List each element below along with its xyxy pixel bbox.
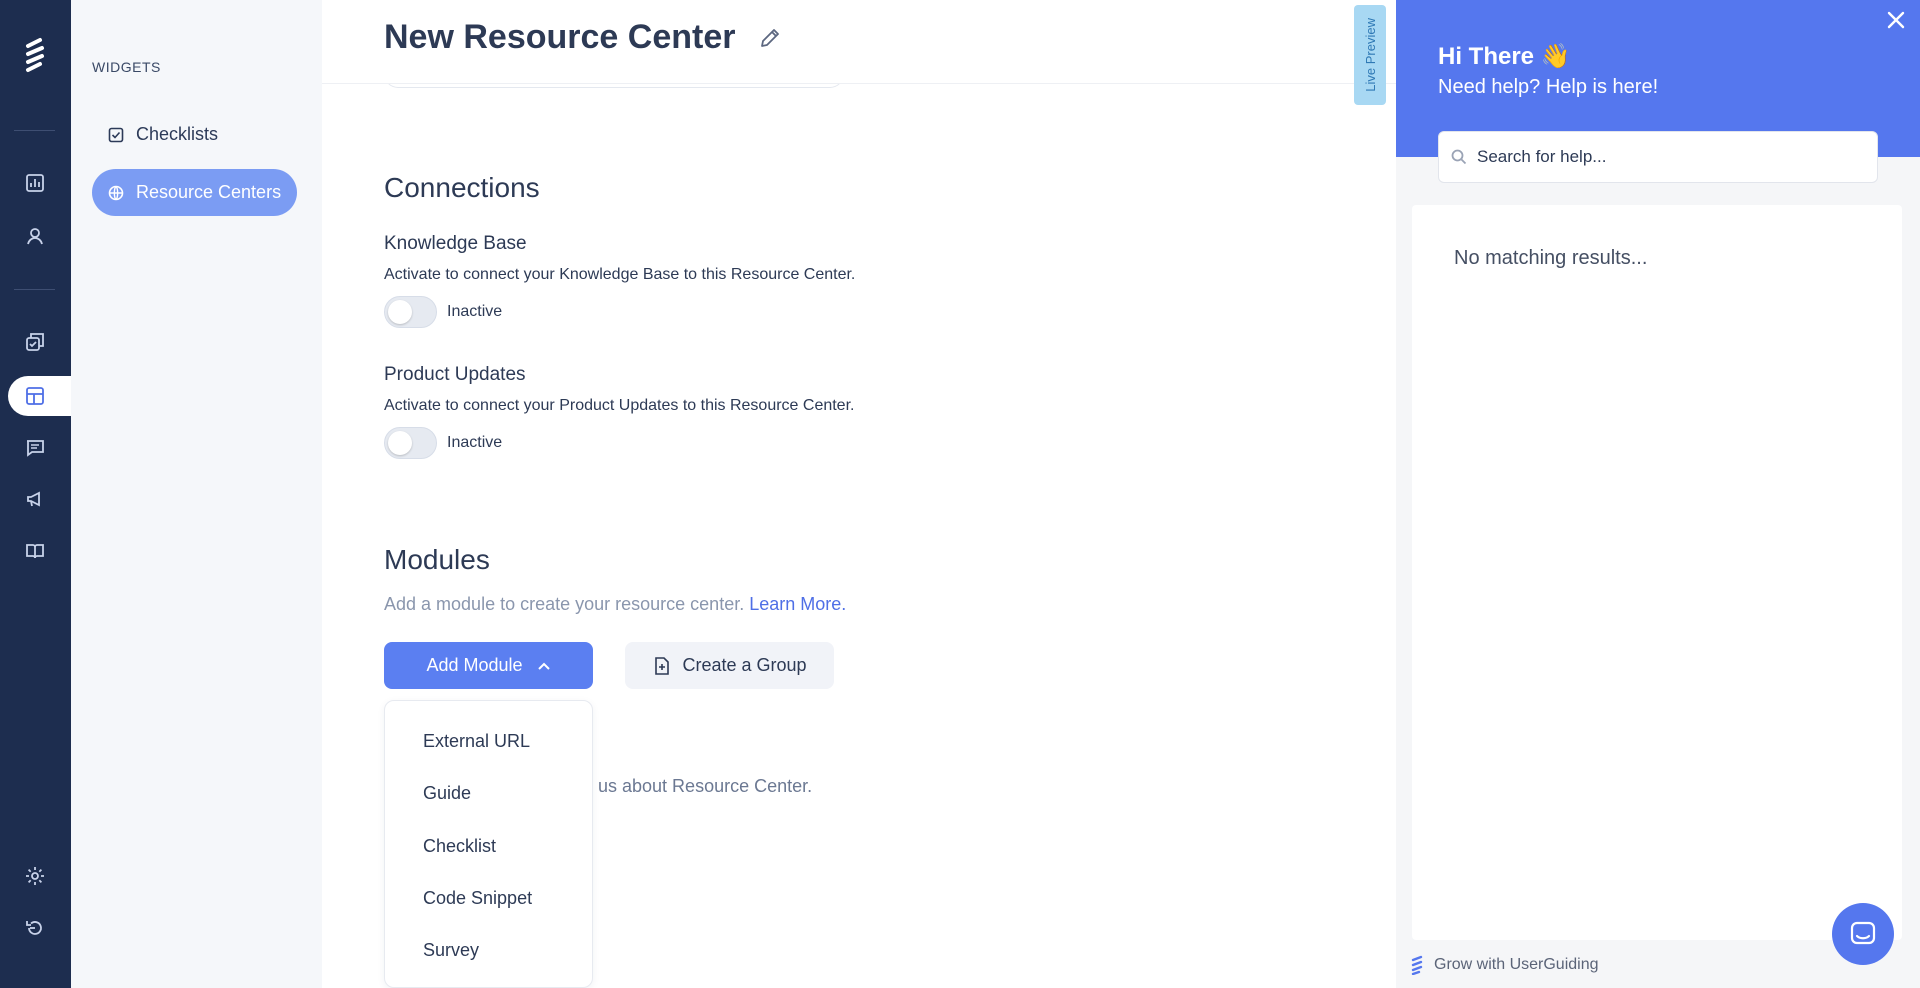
userguiding-logo-icon <box>1411 955 1423 975</box>
add-module-button[interactable]: Add Module <box>384 642 593 689</box>
messages-icon[interactable] <box>22 435 48 461</box>
product-updates-toggle[interactable] <box>384 427 437 459</box>
analytics-icon[interactable] <box>22 170 48 196</box>
chevron-up-icon <box>537 662 550 670</box>
userguiding-logo-icon[interactable] <box>22 36 48 74</box>
create-group-button[interactable]: Create a Group <box>625 642 834 689</box>
help-search-input[interactable] <box>1477 147 1857 167</box>
knowledge-base-status: Inactive <box>447 303 503 320</box>
help-greeting: Hi There 👋 <box>1438 43 1571 70</box>
sidebar-item-label: Resource Centers <box>136 182 282 202</box>
sidebar-item-checklists[interactable]: Checklists <box>92 111 234 158</box>
knowledge-base-description: Activate to connect your Knowledge Base … <box>384 266 856 283</box>
help-results: No matching results... <box>1412 205 1902 940</box>
chat-icon <box>1850 921 1876 945</box>
add-module-label: Add Module <box>426 655 523 675</box>
user-icon[interactable] <box>22 223 48 249</box>
main-content: New Resource Center Connections Knowledg… <box>322 0 1396 988</box>
sidebar-item-resource-centers[interactable]: Resource Centers <box>92 169 298 216</box>
modules-description-text: Add a module to create your resource cen… <box>384 594 745 614</box>
guides-icon[interactable] <box>22 329 48 355</box>
no-results-message: No matching results... <box>1454 247 1648 269</box>
dropdown-option-checklist[interactable]: Checklist <box>423 836 496 857</box>
connections-heading: Connections <box>384 172 540 203</box>
modules-heading: Modules <box>384 544 490 575</box>
product-updates-status: Inactive <box>447 434 503 451</box>
live-preview-tab[interactable]: Live Preview <box>1354 5 1386 105</box>
add-module-dropdown: External URL Guide Checklist Code Snippe… <box>384 700 593 988</box>
sidebar-section-title: WIDGETS <box>92 59 161 75</box>
learn-more-link[interactable]: Learn More. <box>749 594 846 614</box>
add-document-icon <box>655 656 670 675</box>
search-icon <box>1451 149 1467 165</box>
page-title: New Resource Center <box>384 18 736 56</box>
live-preview-label: Live Preview <box>1362 18 1378 92</box>
dropdown-option-guide[interactable]: Guide <box>423 783 471 804</box>
app-rail <box>0 0 71 988</box>
widgets-icon[interactable] <box>22 383 48 409</box>
modules-description: Add a module to create your resource cen… <box>384 594 846 615</box>
help-panel: Hi There 👋 Need help? Help is here! No m… <box>1396 0 1920 988</box>
help-footer[interactable]: Grow with UserGuiding <box>1410 955 1599 975</box>
dropdown-option-survey[interactable]: Survey <box>423 940 479 961</box>
rail-divider <box>14 289 55 290</box>
close-icon[interactable] <box>1884 8 1908 32</box>
book-icon[interactable] <box>22 538 48 564</box>
toggle-knob <box>388 300 412 324</box>
top-bar: New Resource Center <box>322 0 1396 84</box>
knowledge-base-toggle[interactable] <box>384 296 437 328</box>
settings-icon[interactable] <box>22 863 48 889</box>
partially-hidden-text: us about Resource Center. <box>598 776 813 796</box>
pencil-edit-icon[interactable] <box>758 26 782 50</box>
help-subtitle: Need help? Help is here! <box>1438 76 1659 98</box>
megaphone-icon[interactable] <box>22 486 48 512</box>
logout-icon[interactable] <box>22 915 48 941</box>
create-group-label: Create a Group <box>682 655 807 675</box>
rail-divider <box>14 130 55 131</box>
product-updates-label: Product Updates <box>384 364 526 385</box>
toggle-knob <box>388 431 412 455</box>
globe-icon <box>108 185 124 200</box>
knowledge-base-label: Knowledge Base <box>384 233 527 254</box>
dropdown-option-external-url[interactable]: External URL <box>423 731 530 752</box>
product-updates-description: Activate to connect your Product Updates… <box>384 397 855 414</box>
sidebar-item-label: Checklists <box>136 124 219 144</box>
checkbox-icon <box>108 127 124 142</box>
widgets-sidebar: WIDGETS Checklists Resource Centers <box>71 0 322 988</box>
help-search-box[interactable] <box>1438 131 1878 183</box>
chat-launcher-button[interactable] <box>1832 903 1894 965</box>
footer-label: Grow with UserGuiding <box>1434 956 1599 973</box>
dropdown-option-code-snippet[interactable]: Code Snippet <box>423 888 532 909</box>
